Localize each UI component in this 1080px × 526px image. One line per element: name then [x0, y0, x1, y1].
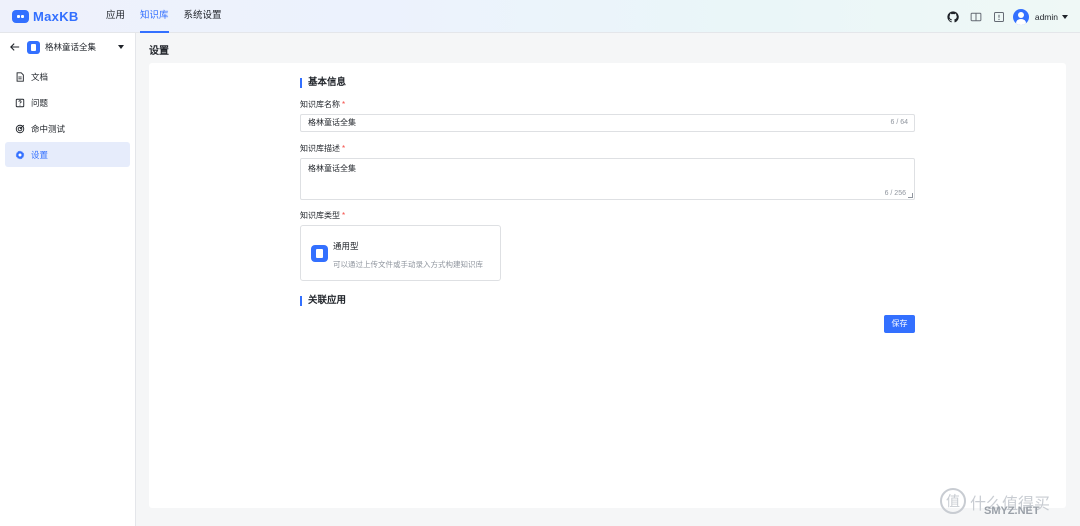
sidebar-item-label: 文档 — [31, 71, 49, 82]
kb-name-value[interactable]: 格林童话全集 — [308, 118, 356, 127]
kb-type-name: 通用型 — [333, 241, 359, 251]
sidebar-item-label: 问题 — [31, 97, 49, 108]
back-arrow-icon[interactable] — [10, 42, 20, 52]
kb-type-description: 可以通过上传文件或手动录入方式构建知识库 — [333, 260, 483, 269]
logo-icon — [12, 9, 29, 23]
kb-desc-label: 知识库描述 * — [300, 143, 345, 154]
required-mark: * — [342, 100, 346, 109]
page-title: 设置 — [149, 46, 169, 57]
kb-name-input[interactable]: 格林童话全集 6 / 64 — [300, 114, 915, 132]
user-name[interactable]: admin — [1035, 12, 1058, 22]
general-type-icon — [311, 245, 328, 262]
watermark: 值 什么值得买 SMYZ.NET — [940, 488, 1070, 518]
field-label-text: 知识库名称 — [300, 100, 340, 109]
chevron-down-icon[interactable] — [118, 45, 124, 49]
kb-desc-textarea[interactable]: 格林童话全集 6 / 256 — [300, 158, 915, 200]
knowledge-base-icon — [27, 40, 40, 54]
watermark-site: SMYZ.NET — [984, 505, 1040, 517]
kb-name-label: 知识库名称 * — [300, 99, 345, 110]
kb-type-card-general[interactable]: 通用型 可以通过上传文件或手动录入方式构建知识库 — [300, 225, 501, 281]
kb-desc-char-count: 6 / 256 — [884, 190, 906, 197]
nav-item-apps[interactable]: 应用 — [106, 0, 125, 33]
top-bar: MaxKB 应用 知识库 系统设置 admin — [0, 0, 1080, 33]
app-logo[interactable]: MaxKB — [12, 9, 106, 24]
field-label-text: 知识库描述 — [300, 144, 340, 153]
knowledge-base-name[interactable]: 格林童话全集 — [45, 41, 118, 53]
nav-item-system-settings[interactable]: 系统设置 — [184, 0, 222, 33]
chevron-down-icon[interactable] — [1062, 14, 1068, 19]
question-icon — [15, 98, 25, 108]
top-nav: 应用 知识库 系统设置 — [106, 0, 237, 33]
kb-type-label: 知识库类型 * — [300, 210, 345, 221]
settings-card: 基本信息 知识库名称 * 格林童话全集 6 / 64 知识库描述 * 格林童话全集 … — [149, 63, 1066, 508]
required-mark: * — [342, 211, 346, 220]
sidebar: 格林童话全集 文档 问题 命中测试 设置 — [0, 33, 136, 526]
sidebar-item-questions[interactable]: 问题 — [5, 90, 130, 115]
kb-desc-value[interactable]: 格林童话全集 — [308, 164, 356, 173]
sidebar-item-hit-test[interactable]: 命中测试 — [5, 116, 130, 141]
sidebar-item-settings[interactable]: 设置 — [5, 142, 130, 167]
sidebar-menu: 文档 问题 命中测试 设置 — [0, 64, 135, 167]
section-title-associated-apps: 关联应用 — [300, 296, 346, 306]
help-icon[interactable] — [993, 11, 1005, 23]
knowledge-base-selector[interactable]: 格林童话全集 — [0, 33, 135, 61]
gear-icon — [15, 150, 25, 160]
app-name: MaxKB — [33, 8, 79, 24]
sidebar-item-label: 设置 — [31, 149, 49, 160]
target-icon — [15, 124, 25, 134]
save-button[interactable]: 保存 — [884, 315, 915, 333]
watermark-logo: 值 — [940, 488, 966, 514]
field-label-text: 知识库类型 — [300, 211, 340, 220]
section-title-basic-info: 基本信息 — [300, 78, 346, 88]
kb-name-char-count: 6 / 64 — [890, 119, 908, 126]
required-mark: * — [342, 144, 346, 153]
sidebar-item-documents[interactable]: 文档 — [5, 64, 130, 89]
nav-item-knowledge[interactable]: 知识库 — [140, 0, 169, 33]
avatar[interactable] — [1012, 8, 1029, 25]
github-icon[interactable] — [947, 10, 959, 23]
resize-handle-icon[interactable] — [908, 193, 913, 198]
sidebar-item-label: 命中测试 — [31, 123, 66, 134]
top-right-tools: admin — [936, 0, 1068, 33]
document-icon — [15, 71, 25, 82]
book-icon[interactable] — [970, 11, 982, 23]
